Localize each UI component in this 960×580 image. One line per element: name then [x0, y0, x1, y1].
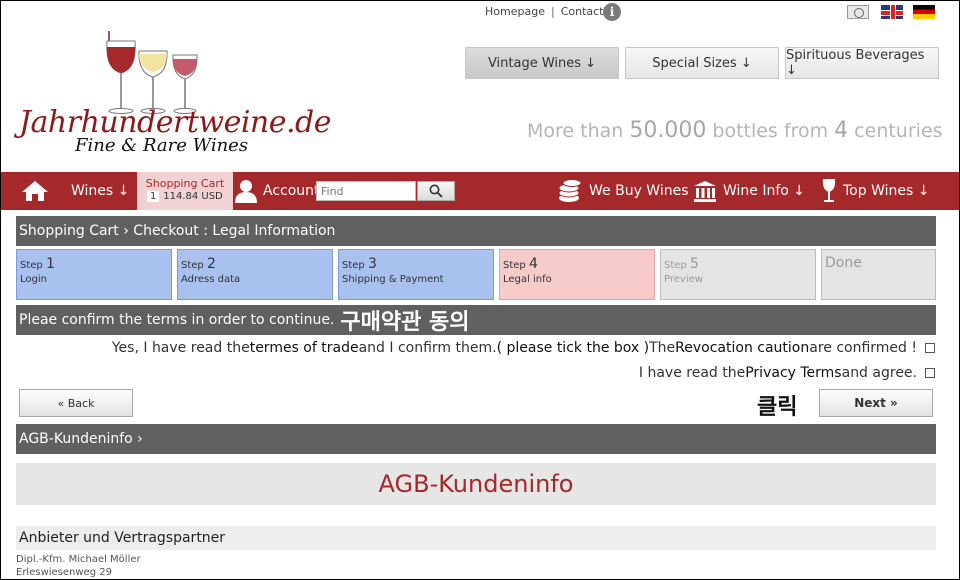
agb-title: AGB-Kundeninfo	[16, 463, 936, 505]
nav-wines[interactable]: Wines ↓	[71, 172, 129, 210]
nav-we-buy-wines[interactable]: We Buy Wines	[557, 172, 689, 210]
agb-bar: AGB-Kundeninfo ›	[16, 424, 936, 454]
step-4-legal: Step 4 Legal info	[499, 249, 655, 300]
address-line-2: Erleswiesenweg 29	[16, 567, 112, 578]
anbieter-heading: Anbieter und Vertragspartner	[16, 526, 936, 550]
wine-glasses-logo-icon[interactable]	[101, 29, 211, 115]
cart-count: 1	[147, 191, 160, 202]
step-done: Done	[821, 249, 936, 300]
search-icon	[429, 184, 443, 198]
search-input[interactable]	[316, 181, 416, 201]
revocation-caution-link[interactable]: Revocation caution	[675, 340, 809, 356]
special-sizes-button[interactable]: Special Sizes ↓	[625, 47, 779, 79]
terms-of-trade-link[interactable]: termes of trade	[250, 340, 359, 356]
privacy-terms-link[interactable]: Privacy Terms	[745, 365, 841, 381]
next-button[interactable]: Next »	[819, 389, 933, 417]
tagline: More than 50.000 bottles from 4 centurie…	[527, 118, 943, 143]
vintage-wines-button[interactable]: Vintage Wines ↓	[465, 47, 619, 79]
homepage-link[interactable]: Homepage	[485, 5, 545, 18]
cart-amount: 114.84 USD	[163, 191, 223, 202]
terms-line-2: I have read the Privacy Terms and agree.	[639, 365, 935, 381]
logo-subtitle: Fine & Rare Wines	[75, 135, 249, 156]
museum-icon	[694, 181, 716, 202]
privacy-checkbox[interactable]	[925, 368, 935, 378]
step-5-preview: Step 5 Preview	[660, 249, 816, 300]
nav-wine-info[interactable]: Wine Info ↓	[693, 172, 805, 210]
wine-info-label: Wine Info ↓	[723, 183, 806, 199]
nav-top-wines[interactable]: Top Wines ↓	[821, 172, 929, 210]
shopping-cart-box[interactable]: Shopping Cart 1 114.84 USD	[137, 172, 233, 210]
we-buy-wines-label: We Buy Wines	[589, 183, 689, 199]
address-line-1: Dipl.-Kfm. Michael Möller	[16, 554, 141, 565]
confirm-annotation: 구매약관 동의	[340, 310, 470, 335]
wine-glass-icon	[822, 179, 836, 202]
info-icon[interactable]: i	[603, 3, 621, 21]
step-1-login[interactable]: Step 1 Login	[16, 249, 172, 300]
contact-link[interactable]: Contact	[561, 5, 604, 18]
account-label: Account	[263, 183, 320, 199]
home-icon[interactable]	[21, 180, 49, 202]
german-flag-icon[interactable]	[913, 5, 935, 19]
cart-title: Shopping Cart	[145, 177, 225, 190]
coins-icon	[558, 179, 582, 202]
top-links: Homepage | Contact	[485, 5, 603, 18]
spirituous-beverages-button[interactable]: Spirituous Beverages ↓	[785, 47, 939, 79]
top-wines-label: Top Wines ↓	[843, 183, 930, 199]
click-annotation: 클릭	[757, 395, 798, 420]
confirm-text: Pleae confirm the terms in order to cont…	[19, 312, 335, 328]
uk-flag-icon[interactable]	[881, 5, 903, 19]
step-3-shipping[interactable]: Step 3 Shipping & Payment	[338, 249, 494, 300]
currency-icon[interactable]	[847, 5, 869, 19]
link-separator: |	[550, 5, 555, 18]
confirm-terms-bar: Pleae confirm the terms in order to cont…	[16, 305, 936, 335]
breadcrumb: Shopping Cart › Checkout : Legal Informa…	[16, 216, 936, 246]
search-button[interactable]	[417, 181, 455, 201]
back-button[interactable]: « Back	[19, 389, 133, 417]
main-nav: Wines ↓ Shopping Cart 1 114.84 USD Accoun…	[1, 172, 959, 210]
user-icon	[235, 180, 257, 203]
nav-account[interactable]: Account	[235, 172, 320, 210]
step-2-address[interactable]: Step 2 Adress data	[177, 249, 333, 300]
terms-line-1: Yes, I have read the termes of trade and…	[112, 340, 935, 356]
terms-checkbox[interactable]	[925, 343, 935, 353]
